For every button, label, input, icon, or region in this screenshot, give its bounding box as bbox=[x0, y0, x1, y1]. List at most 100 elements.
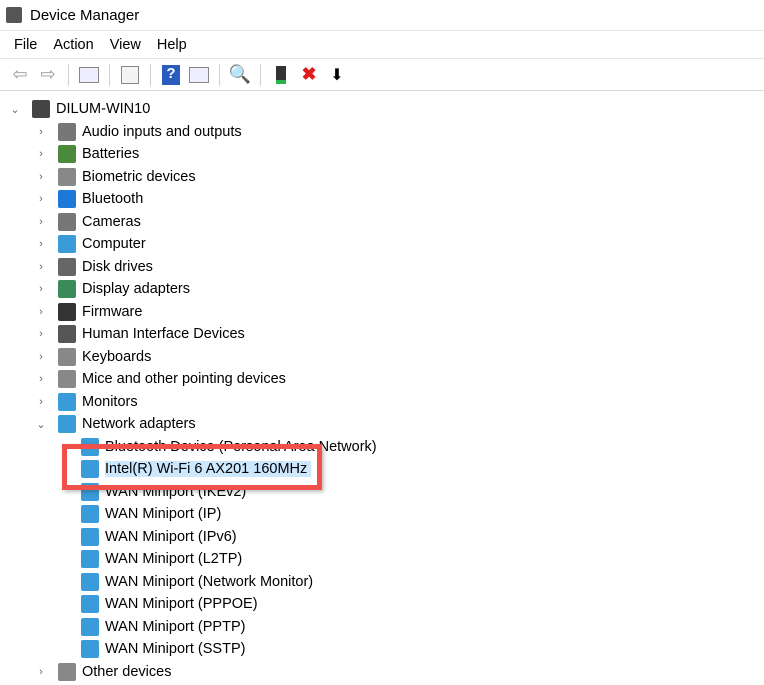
device-icon bbox=[81, 572, 99, 591]
device-icon bbox=[81, 595, 99, 613]
item-label: WAN Miniport (Network Monitor) bbox=[105, 573, 314, 590]
item-label: WAN Miniport (PPPOE) bbox=[105, 596, 258, 612]
network-adapter-item[interactable]: WAN Miniport (L2TP) bbox=[81, 548, 242, 570]
title-bar: Device Manager bbox=[0, 0, 764, 31]
device-icon bbox=[81, 640, 99, 658]
collapse-icon[interactable]: ⌄ bbox=[8, 103, 22, 116]
device-icon bbox=[81, 550, 99, 568]
device-icon bbox=[81, 527, 99, 546]
category-item[interactable]: › Other devices bbox=[34, 661, 171, 683]
expand-icon[interactable]: › bbox=[34, 283, 48, 295]
item-label: Biometric devices bbox=[82, 168, 196, 185]
category-item[interactable]: › Mice and other pointing devices bbox=[34, 368, 286, 390]
device-icon bbox=[58, 145, 76, 163]
category-item[interactable]: › Display adapters bbox=[34, 278, 190, 300]
item-label: Monitors bbox=[82, 393, 138, 410]
category-item[interactable]: › Batteries bbox=[34, 143, 139, 165]
device-icon bbox=[58, 662, 76, 681]
device-icon bbox=[58, 415, 76, 433]
device-icon bbox=[81, 617, 99, 636]
category-item[interactable]: › Bluetooth bbox=[34, 188, 143, 210]
item-label: Keyboards bbox=[82, 348, 152, 365]
device-icon bbox=[58, 167, 76, 186]
network-adapter-item[interactable]: WAN Miniport (SSTP) bbox=[81, 638, 245, 660]
category-item[interactable]: › Computer bbox=[34, 233, 146, 255]
window-title: Device Manager bbox=[30, 6, 140, 24]
item-label: WAN Miniport (IP) bbox=[105, 506, 222, 522]
device-icon bbox=[58, 347, 76, 366]
item-label: WAN Miniport (L2TP) bbox=[105, 551, 243, 567]
item-label: Bluetooth bbox=[82, 191, 144, 207]
item-label: WAN Miniport (PPTP) bbox=[105, 618, 246, 635]
toolbar: ⇦ ⇨ ? 🔍 ✖ ⬇ bbox=[0, 59, 764, 91]
action-pane-icon[interactable] bbox=[187, 63, 211, 87]
device-icon bbox=[58, 212, 76, 231]
expand-icon[interactable]: › bbox=[34, 306, 48, 318]
item-label: Other devices bbox=[82, 663, 172, 680]
item-label: Network adapters bbox=[82, 416, 196, 432]
highlight-box bbox=[62, 444, 322, 490]
expand-icon[interactable]: › bbox=[34, 261, 48, 273]
uninstall-icon[interactable]: ✖ bbox=[297, 63, 321, 87]
expand-icon[interactable]: › bbox=[34, 396, 48, 408]
item-label: WAN Miniport (SSTP) bbox=[105, 641, 246, 657]
menu-help[interactable]: Help bbox=[149, 37, 195, 53]
category-item[interactable]: › Monitors bbox=[34, 391, 138, 413]
item-label: Firmware bbox=[82, 303, 143, 320]
device-icon bbox=[58, 392, 76, 411]
tree-root[interactable]: ⌄ DILUM-WIN10 bbox=[8, 98, 150, 120]
expand-icon[interactable]: › bbox=[34, 126, 48, 138]
category-item[interactable]: › Biometric devices bbox=[34, 166, 196, 188]
item-label: Disk drives bbox=[82, 258, 153, 275]
network-adapter-item[interactable]: WAN Miniport (PPTP) bbox=[81, 616, 245, 638]
menu-file[interactable]: File bbox=[6, 37, 45, 53]
update-driver-icon[interactable] bbox=[269, 63, 293, 87]
menu-action[interactable]: Action bbox=[45, 37, 101, 53]
device-icon bbox=[58, 325, 76, 343]
item-label: WAN Miniport (IPv6) bbox=[105, 528, 237, 545]
item-label: Human Interface Devices bbox=[82, 326, 245, 342]
device-icon bbox=[58, 280, 76, 298]
forward-icon[interactable]: ⇨ bbox=[36, 63, 60, 87]
category-item[interactable]: › Human Interface Devices bbox=[34, 323, 245, 345]
category-item[interactable]: › Disk drives bbox=[34, 256, 153, 278]
expand-icon[interactable]: › bbox=[34, 666, 48, 678]
properties-icon[interactable] bbox=[118, 63, 142, 87]
device-manager-icon bbox=[6, 7, 22, 23]
category-item[interactable]: › Keyboards bbox=[34, 346, 151, 368]
network-adapter-item[interactable]: WAN Miniport (Network Monitor) bbox=[81, 571, 313, 593]
disable-icon[interactable]: ⬇ bbox=[325, 63, 349, 87]
device-icon bbox=[32, 100, 50, 118]
expand-icon[interactable]: › bbox=[34, 216, 48, 228]
menu-view[interactable]: View bbox=[102, 37, 149, 53]
item-label: Display adapters bbox=[82, 281, 190, 297]
expand-icon[interactable]: › bbox=[34, 328, 48, 340]
category-item[interactable]: ⌄ Network adapters bbox=[34, 413, 196, 435]
item-label: Mice and other pointing devices bbox=[82, 371, 286, 387]
expand-icon[interactable]: › bbox=[34, 171, 48, 183]
device-icon bbox=[58, 370, 76, 388]
network-adapter-item[interactable]: WAN Miniport (IP) bbox=[81, 503, 221, 525]
item-label: Batteries bbox=[82, 146, 140, 162]
expand-icon[interactable]: › bbox=[34, 148, 48, 160]
network-adapter-item[interactable]: WAN Miniport (IPv6) bbox=[81, 526, 237, 548]
show-hide-tree-icon[interactable] bbox=[77, 63, 101, 87]
back-icon[interactable]: ⇦ bbox=[8, 63, 32, 87]
expand-icon[interactable]: › bbox=[34, 373, 48, 385]
category-item[interactable]: › Firmware bbox=[34, 301, 142, 323]
expand-icon[interactable]: › bbox=[34, 193, 48, 205]
collapse-icon[interactable]: ⌄ bbox=[34, 418, 48, 431]
expand-icon[interactable]: › bbox=[34, 351, 48, 363]
help-icon[interactable]: ? bbox=[159, 63, 183, 87]
device-icon bbox=[58, 235, 76, 253]
category-item[interactable]: › Audio inputs and outputs bbox=[34, 121, 242, 143]
expand-icon[interactable]: › bbox=[34, 238, 48, 250]
network-adapter-item[interactable]: WAN Miniport (PPPOE) bbox=[81, 593, 258, 615]
menu-bar: File Action View Help bbox=[0, 31, 764, 59]
item-label: DILUM-WIN10 bbox=[56, 101, 151, 117]
device-icon bbox=[58, 257, 76, 276]
scan-hardware-icon[interactable]: 🔍 bbox=[228, 63, 252, 87]
category-item[interactable]: › Cameras bbox=[34, 211, 141, 233]
item-label: Computer bbox=[82, 236, 146, 252]
item-label: Cameras bbox=[82, 213, 141, 230]
